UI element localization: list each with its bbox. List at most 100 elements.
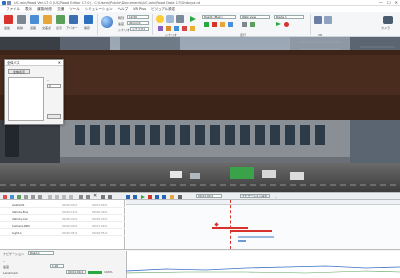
pencil-icon[interactable] — [190, 26, 195, 31]
table-row[interactable]: Light-1 00:00:05.0 00:00:55.0 — [0, 230, 125, 236]
navigation-settings-button[interactable]: ナビゲーション設定 — [240, 194, 270, 198]
bottom-label-speed: 速度 — [3, 265, 10, 269]
play-button[interactable] — [141, 194, 145, 199]
road-combo[interactable]: Road1 (Main) — [202, 15, 236, 19]
table-row[interactable]: Avatar01 00:00:00.0 00:01:00.0 — [0, 202, 125, 208]
tl-tool-9[interactable] — [62, 194, 66, 199]
clip-blue-1[interactable] — [238, 236, 274, 238]
dialog-value-field[interactable]: 0 — [47, 84, 61, 88]
display-button[interactable] — [56, 15, 65, 24]
tl-tool-7[interactable] — [48, 194, 52, 199]
vr-tool-icon-2[interactable] — [324, 16, 332, 24]
bottom-road-combo[interactable]: Road-1 — [28, 251, 54, 255]
bottom-row-name: Landmark — [3, 271, 19, 275]
loop-icon[interactable] — [170, 194, 174, 199]
weather-icon[interactable] — [166, 15, 174, 23]
add-button[interactable] — [4, 15, 13, 24]
tl-tool-1[interactable] — [3, 194, 7, 199]
tl-tool-11[interactable] — [79, 194, 83, 199]
tool-icon-4[interactable] — [182, 26, 187, 31]
add-element-icon[interactable] — [204, 22, 209, 27]
tl-tool-6[interactable] — [38, 194, 42, 199]
stop-button[interactable] — [148, 194, 152, 199]
road-button[interactable] — [30, 15, 39, 24]
remove-element-icon[interactable] — [212, 22, 217, 27]
tool-icon-1[interactable] — [158, 26, 163, 31]
dialog-fit-button[interactable]: 全体表示 — [8, 69, 30, 74]
play-icon[interactable] — [190, 16, 196, 22]
skip-start-icon[interactable] — [126, 194, 130, 199]
speed-field[interactable]: 40 km/h — [127, 21, 149, 25]
edit-element-icon[interactable] — [220, 22, 225, 27]
ribbon-separator — [152, 14, 153, 35]
clip-red-1[interactable] — [212, 227, 248, 229]
timeline-tracks[interactable] — [126, 205, 400, 249]
row-name: Light-1 — [12, 231, 22, 235]
row-end: 00:01:00.0 — [92, 203, 108, 207]
tl-tool-4[interactable] — [24, 194, 28, 199]
display-label: 表示 — [56, 26, 63, 30]
track-list[interactable]: Avatar01 00:00:00.0 00:01:00.0 Vehicle-Bus 0… — [0, 200, 125, 249]
playhead-line[interactable] — [230, 200, 231, 249]
add-label: 追加 — [4, 26, 11, 30]
speed-graph — [126, 265, 400, 274]
time-field[interactable]: 12:00 — [127, 15, 149, 19]
clip-red-2[interactable] — [230, 230, 272, 232]
scenario-field[interactable]: シナリオ1 — [130, 27, 149, 31]
record-route-icon[interactable] — [284, 22, 289, 27]
settings-icon[interactable] — [178, 194, 182, 199]
vr-tool-icon-1[interactable] — [314, 16, 322, 24]
table-row[interactable]: Camera-Path 00:00:00.0 00:01:00.0 — [0, 223, 125, 229]
dialog-close-icon[interactable]: ✕ — [58, 60, 61, 66]
route-combo[interactable]: Route 1 — [274, 15, 304, 19]
time-position-field[interactable]: 00:01:00.0 — [196, 194, 222, 198]
tl-tool-3[interactable] — [17, 194, 21, 199]
link-element-icon[interactable] — [250, 22, 255, 27]
camera-icon[interactable] — [383, 16, 393, 24]
sky-icon[interactable] — [156, 15, 164, 23]
bottom-label-navigation: ナビゲーション — [3, 252, 24, 256]
move-element-icon[interactable] — [228, 22, 233, 27]
step-forward-icon[interactable] — [155, 194, 159, 199]
table-row[interactable]: Vehicle-Car 00:00:20.0 00:00:50.0 — [0, 216, 125, 222]
clip-blue-2[interactable] — [238, 240, 246, 242]
tl-tool-13[interactable] — [101, 194, 105, 199]
save-quick-icon[interactable] — [7, 1, 11, 5]
row-name: Avatar01 — [12, 203, 25, 207]
dialog-titlebar: 全体パス ✕ — [5, 60, 63, 66]
dialog-ok-button[interactable] — [47, 114, 61, 119]
tl-tool-14[interactable] — [108, 194, 112, 199]
skip-end-icon[interactable] — [162, 194, 166, 199]
close-x-icon[interactable]: ✕ — [93, 193, 97, 199]
row-start: 00:00:00.0 — [62, 224, 78, 228]
speed-label: 速度 — [118, 22, 125, 26]
snap-label: -- — [275, 194, 278, 199]
tl-tool-12[interactable] — [86, 194, 90, 199]
save-button[interactable] — [84, 15, 93, 24]
step-back-icon[interactable] — [133, 194, 137, 199]
delete-button[interactable] — [17, 15, 26, 24]
bottom-progress-value: 100% — [104, 270, 113, 274]
row-name: Vehicle-Car — [12, 217, 28, 221]
tl-tool-8[interactable] — [55, 194, 59, 199]
tl-tool-5[interactable] — [31, 194, 35, 199]
globe-icon[interactable] — [101, 16, 113, 28]
row-end: 00:00:50.0 — [92, 217, 108, 221]
tool-icon-3[interactable] — [174, 26, 179, 31]
tool-icon-2[interactable] — [166, 26, 171, 31]
dialog-list[interactable] — [8, 77, 44, 121]
avatar-button[interactable] — [69, 15, 78, 24]
bottom-value-b[interactable]: 00:01:00.0 — [66, 270, 86, 274]
tl-tool-10[interactable] — [69, 194, 73, 199]
view-combo[interactable]: Walk view — [240, 15, 270, 19]
tl-tool-2[interactable] — [10, 194, 14, 199]
copy-element-icon[interactable] — [242, 22, 247, 27]
row-end: 00:01:00.0 — [92, 224, 108, 228]
intersection-button[interactable] — [43, 15, 52, 24]
table-row[interactable]: Vehicle-Bus 00:00:10.0 00:00:40.0 — [0, 209, 125, 215]
3d-viewport[interactable]: 全体パス ✕ 全体表示 -- 0 — [0, 37, 400, 192]
bottom-value-a[interactable]: 1.00 — [50, 264, 64, 268]
play-route-icon[interactable] — [276, 22, 281, 26]
ribbon-separator — [97, 14, 98, 35]
lamp-icon[interactable] — [176, 15, 184, 23]
